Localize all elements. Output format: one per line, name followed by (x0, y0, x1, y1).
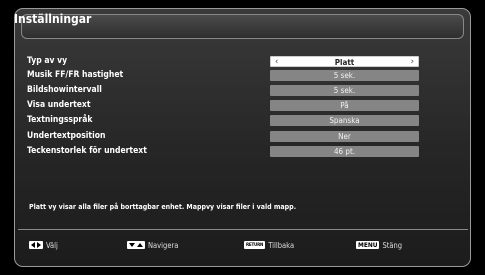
hint-close-label: Stäng (382, 240, 403, 250)
setting-value-subtitle-font-size[interactable]: 46 pt. (270, 146, 419, 157)
setting-value-view-type[interactable]: ‹ Platt › (270, 56, 419, 67)
setting-value-subtitle-position[interactable]: Ner (270, 131, 419, 142)
setting-label-slideshow-interval: Bildshowintervall (27, 85, 102, 95)
hint-back-label: Tillbaka (268, 240, 295, 250)
setting-label-music-speed: Musik FF/FR hastighet (27, 70, 124, 80)
setting-label-show-subtitle: Visa undertext (27, 100, 91, 110)
hint-navigate-label: Navigera (148, 240, 179, 250)
hint-select: Välj (29, 240, 58, 250)
setting-label-subtitle-language: Textningsspråk (27, 115, 93, 125)
setting-value-show-subtitle[interactable]: På (270, 100, 419, 111)
hint-select-label: Välj (46, 240, 58, 250)
left-right-key-icon (29, 241, 43, 249)
setting-value-slideshow-interval[interactable]: 5 sek. (270, 85, 419, 96)
setting-label-subtitle-position: Undertextposition (27, 131, 106, 141)
footer-divider (18, 229, 468, 230)
arrow-right-icon[interactable]: › (411, 57, 414, 67)
hint-close: MENU Stäng (356, 240, 402, 250)
menu-key-icon: MENU (356, 241, 380, 249)
hint-back: RETURN Tillbaka (244, 240, 294, 250)
page-title: Inställningar (14, 12, 92, 26)
setting-value-music-speed[interactable]: 5 sek. (270, 70, 419, 81)
arrow-left-icon[interactable]: ‹ (275, 57, 278, 67)
setting-label-subtitle-font-size: Teckenstorlek för undertext (27, 146, 147, 156)
setting-value-subtitle-language[interactable]: Spanska (270, 115, 419, 126)
setting-value-text: Platt (334, 58, 355, 67)
info-text: Platt vy visar alla filer på borttagbar … (29, 203, 297, 211)
return-key-icon: RETURN (244, 241, 266, 249)
setting-label-view-type: Typ av vy (27, 56, 68, 66)
down-up-key-icon (127, 241, 145, 249)
hint-navigate: Navigera (127, 240, 178, 250)
